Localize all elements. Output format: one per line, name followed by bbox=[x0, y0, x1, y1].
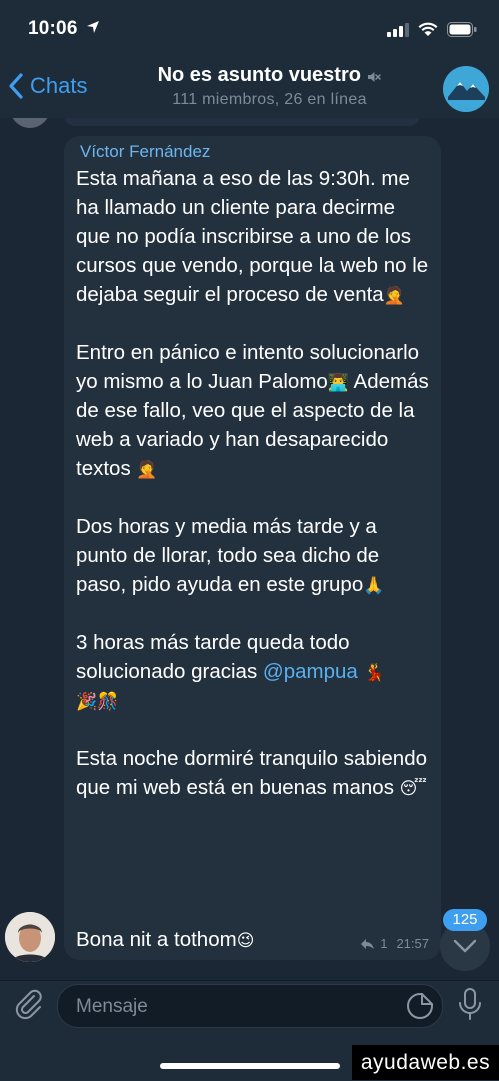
paperclip-icon bbox=[15, 989, 42, 1020]
sender-photo-icon bbox=[5, 912, 55, 962]
reply-count[interactable]: 1 bbox=[380, 936, 387, 951]
message-paragraph: Esta mañana a eso de las 9:30h. me ha ll… bbox=[76, 164, 432, 309]
watermark: ayudaweb.es bbox=[352, 1045, 499, 1080]
party-emoji-icon: 🎉🎊 bbox=[76, 692, 119, 711]
message-time: 21:57 bbox=[396, 936, 429, 951]
message-paragraph: Entro en pánico e intento solucionarlo y… bbox=[76, 338, 432, 483]
mountains-icon bbox=[443, 66, 489, 112]
status-time: 10:06 bbox=[28, 18, 78, 39]
dancer-emoji-icon: 💃 bbox=[363, 663, 385, 682]
message-text-span: Esta noche dormiré tranquilo sabiendo qu… bbox=[76, 747, 427, 799]
chevron-down-icon bbox=[453, 939, 477, 953]
wifi-icon bbox=[418, 22, 438, 36]
message-last-line: Bona nit a tothom😉 bbox=[76, 928, 254, 952]
message-paragraph: 3 horas más tarde queda todo solucionado… bbox=[76, 628, 432, 715]
message-text: Esta mañana a eso de las 9:30h. me ha ll… bbox=[76, 164, 432, 831]
chat-subtitle: 111 miembros, 26 en línea bbox=[172, 91, 367, 108]
battery-icon bbox=[447, 22, 477, 37]
message-paragraph: Dos horas y media más tarde y a punto de… bbox=[76, 512, 432, 599]
message-text-span: Bona nit a tothom bbox=[76, 928, 237, 951]
mention-link[interactable]: @pampua bbox=[263, 660, 358, 683]
message-input[interactable] bbox=[74, 985, 388, 1029]
message-text-span: Dos horas y media más tarde y a punto de… bbox=[76, 515, 380, 596]
group-avatar[interactable] bbox=[443, 66, 489, 112]
unread-count-badge[interactable]: 125 bbox=[443, 909, 487, 931]
winking-face-emoji-icon: 😉 bbox=[236, 931, 255, 950]
praying-hands-emoji-icon: 🙏 bbox=[363, 576, 385, 595]
facepalm-emoji-icon: 🤦 bbox=[136, 460, 158, 479]
status-bar: 10:06 bbox=[0, 0, 499, 58]
message-input-wrap bbox=[57, 984, 443, 1029]
location-arrow-icon bbox=[87, 21, 99, 33]
sender-avatar[interactable] bbox=[5, 912, 55, 962]
message-text-span: Esta mañana a eso de las 9:30h. me ha ll… bbox=[76, 167, 429, 306]
technologist-emoji-icon: 👨‍💻 bbox=[327, 373, 349, 392]
message-bubble[interactable]: Víctor Fernández Esta mañana a eso de la… bbox=[64, 136, 441, 960]
chat-area[interactable]: Víctor Fernández Esta mañana a eso de la… bbox=[0, 118, 499, 980]
reply-arrow-icon bbox=[361, 938, 375, 949]
sleeping-face-emoji-icon: 😴 bbox=[399, 779, 427, 798]
message-meta: 1 21:57 bbox=[360, 936, 429, 951]
microphone-icon bbox=[459, 988, 481, 1020]
muted-speaker-icon bbox=[368, 71, 382, 82]
home-indicator[interactable] bbox=[160, 1063, 340, 1069]
signal-icon bbox=[387, 22, 409, 37]
microphone-button[interactable] bbox=[455, 987, 485, 1021]
previous-message-bubble[interactable] bbox=[64, 118, 420, 126]
back-label: Chats bbox=[30, 73, 88, 98]
chevron-left-icon bbox=[9, 73, 23, 99]
previous-sender-avatar[interactable] bbox=[10, 118, 50, 128]
chat-title: No es asunto vuestro bbox=[157, 64, 361, 86]
attach-button[interactable] bbox=[12, 987, 46, 1021]
sticker-button[interactable] bbox=[406, 992, 434, 1020]
sender-name[interactable]: Víctor Fernández bbox=[80, 142, 210, 162]
status-indicators bbox=[387, 22, 477, 37]
chat-header: Chats No es asunto vuestro 111 miembros,… bbox=[0, 58, 499, 119]
back-button[interactable]: Chats bbox=[8, 68, 87, 104]
sticker-icon bbox=[407, 993, 433, 1019]
facepalm-emoji-icon: 🤦 bbox=[383, 286, 405, 305]
message-paragraph: Esta noche dormiré tranquilo sabiendo qu… bbox=[76, 744, 432, 802]
chat-title-area[interactable]: No es asunto vuestro 111 miembros, 26 en… bbox=[110, 64, 429, 109]
